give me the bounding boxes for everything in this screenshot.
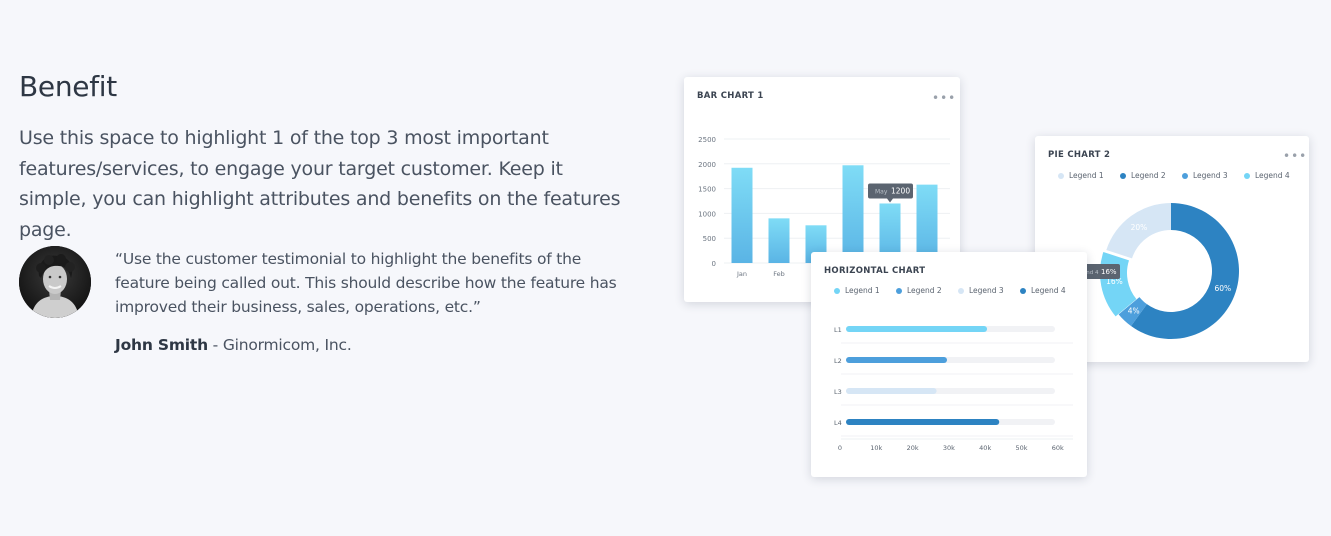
y-tick-label: 2000	[698, 161, 716, 169]
y-tick-label: L1	[834, 326, 842, 334]
benefit-section: Benefit Use this space to highlight 1 of…	[19, 70, 629, 245]
benefit-title: Benefit	[19, 70, 117, 103]
author-company: Ginormicom, Inc.	[222, 336, 352, 354]
bar	[846, 419, 1000, 425]
testimonial-author: John Smith - Ginormicom, Inc.	[115, 336, 352, 354]
slice-label: 4%	[1128, 307, 1140, 316]
bar	[731, 167, 753, 263]
benefit-description: Use this space to highlight 1 of the top…	[19, 127, 621, 241]
x-tick-label: 20k	[907, 444, 919, 452]
avatar-photo	[19, 246, 91, 318]
y-tick-label: L4	[834, 419, 842, 427]
x-tick-label: Jan	[736, 270, 747, 278]
tooltip-arrow	[887, 198, 893, 203]
x-tick-label: 10k	[870, 444, 882, 452]
author-name: John Smith	[115, 336, 208, 354]
slice-label: 20%	[1131, 223, 1148, 232]
horizontal-chart-card: HORIZONTAL CHART Legend 1 Legend 2 Legen…	[811, 252, 1087, 477]
bar	[846, 388, 937, 394]
horizontal-bar-chart: L1 L2 L3 L4 0 10k 20k 30k 40k 50k 60k	[834, 326, 1073, 452]
y-tick-label: 2500	[698, 136, 716, 144]
y-tick-label: 0	[712, 260, 716, 268]
y-tick-label: L2	[834, 357, 842, 365]
x-tick-label: 30k	[943, 444, 955, 452]
tooltip-value: 16%	[1101, 268, 1117, 276]
testimonial-quote: “Use the customer testimonial to highlig…	[115, 250, 617, 316]
y-tick-label: 500	[703, 235, 716, 243]
avatar	[19, 246, 91, 318]
author-separator: -	[207, 336, 223, 354]
bar	[846, 357, 948, 363]
bar	[842, 165, 864, 263]
bar	[768, 218, 790, 263]
x-tick-label: 60k	[1052, 444, 1064, 452]
tooltip-label: May	[875, 188, 888, 195]
slice-label: 60%	[1214, 284, 1231, 293]
bar	[846, 326, 988, 332]
x-tick-label: 50k	[1015, 444, 1027, 452]
y-tick-label: L3	[834, 388, 842, 396]
x-tick-label: Feb	[773, 270, 785, 278]
y-tick-label: 1500	[698, 186, 716, 194]
x-tick-label: 40k	[979, 444, 991, 452]
tooltip-value: 1200	[891, 186, 910, 195]
y-tick-label: 1000	[698, 210, 716, 218]
x-tick-label: 0	[838, 444, 842, 452]
